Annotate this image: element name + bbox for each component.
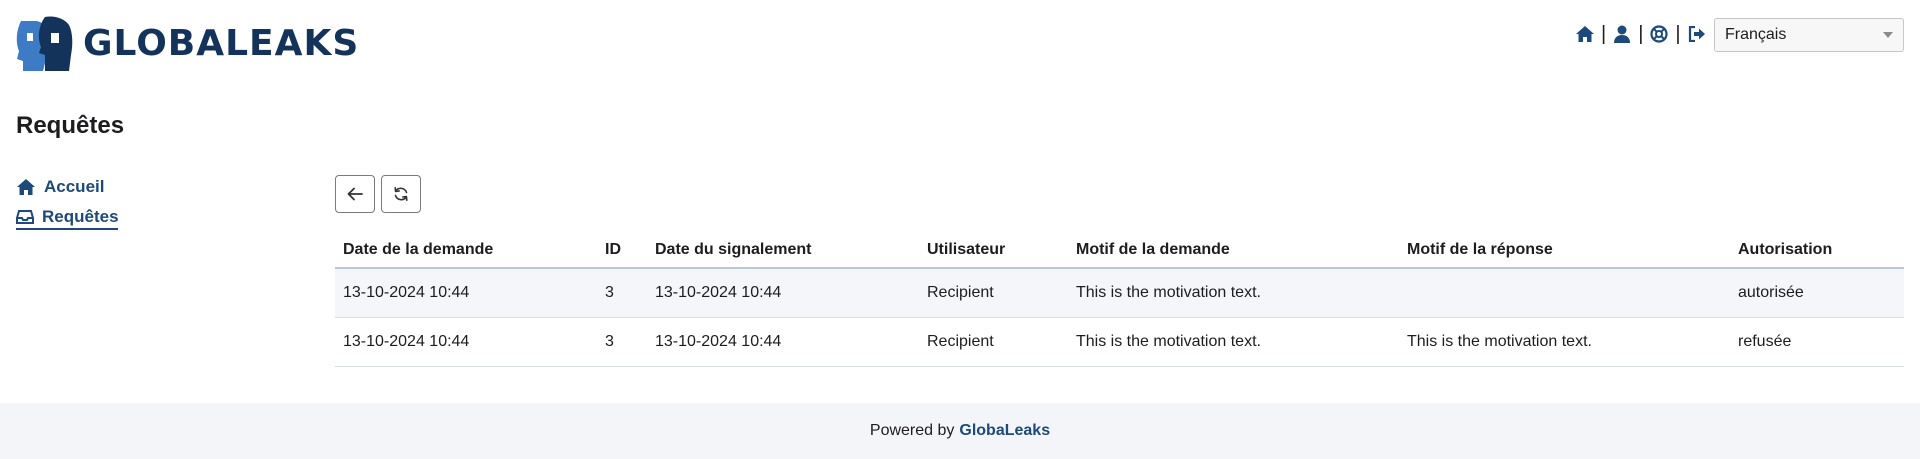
- separator: |: [1638, 23, 1644, 45]
- table-header-row: Date de la demande ID Date du signalemen…: [335, 232, 1904, 269]
- column-header-request-reason[interactable]: Motif de la demande: [1068, 232, 1399, 269]
- cell-request-reason: This is the motivation text.: [1068, 317, 1399, 367]
- sidebar-item-label: Accueil: [44, 177, 105, 196]
- requests-table: Date de la demande ID Date du signalemen…: [335, 232, 1904, 367]
- column-header-id[interactable]: ID: [597, 232, 647, 269]
- cell-report-date: 13-10-2024 10:44: [647, 317, 919, 367]
- column-header-authorization[interactable]: Autorisation: [1730, 232, 1904, 269]
- sidebar: Accueil Requêtes: [16, 176, 119, 240]
- cell-id: 3: [597, 317, 647, 367]
- chevron-down-icon: [1883, 32, 1893, 38]
- footer-brand-link[interactable]: GlobaLeaks: [959, 422, 1050, 440]
- requests-table-container: Date de la demande ID Date du signalemen…: [335, 232, 1904, 367]
- logout-icon[interactable]: [1687, 24, 1707, 44]
- refresh-button[interactable]: [381, 175, 421, 213]
- logo[interactable]: GLOBALEAKS: [15, 15, 359, 73]
- logo-text: GLOBALEAKS: [83, 23, 360, 64]
- cell-report-date: 13-10-2024 10:44: [647, 268, 919, 318]
- cell-user: Recipient: [919, 268, 1068, 318]
- sidebar-item-label: Requêtes: [42, 207, 119, 226]
- table-row[interactable]: 13-10-2024 10:44 3 13-10-2024 10:44 Reci…: [335, 317, 1904, 367]
- support-icon[interactable]: [1649, 24, 1669, 44]
- home-icon: [16, 177, 36, 197]
- separator: |: [1675, 23, 1681, 45]
- inbox-icon: [16, 207, 34, 227]
- language-select[interactable]: Français: [1714, 18, 1904, 52]
- language-select-value: Français: [1725, 26, 1787, 43]
- cell-response-reason: This is the motivation text.: [1399, 317, 1730, 367]
- sidebar-item-requests[interactable]: Requêtes: [16, 207, 119, 230]
- page-title: Requêtes: [16, 112, 125, 139]
- column-header-report-date[interactable]: Date du signalement: [647, 232, 919, 269]
- globaleaks-logo-icon: [16, 16, 73, 71]
- separator: |: [1601, 23, 1607, 45]
- back-button[interactable]: [335, 175, 375, 213]
- footer-text: Powered by: [869, 422, 955, 439]
- cell-authorization: autorisée: [1730, 268, 1904, 318]
- refresh-icon: [394, 187, 408, 201]
- top-nav-icons: | | |: [1575, 22, 1707, 46]
- header: GLOBALEAKS | | | Français: [0, 0, 1920, 90]
- table-row[interactable]: 13-10-2024 10:44 3 13-10-2024 10:44 Reci…: [335, 268, 1904, 318]
- cell-user: Recipient: [919, 317, 1068, 367]
- toolbar: [335, 175, 421, 213]
- footer: Powered by GlobaLeaks: [0, 403, 1920, 459]
- column-header-user[interactable]: Utilisateur: [919, 232, 1068, 269]
- cell-request-date: 13-10-2024 10:44: [335, 268, 597, 318]
- cell-response-reason: [1399, 268, 1730, 318]
- user-icon[interactable]: [1612, 24, 1632, 44]
- home-icon[interactable]: [1575, 24, 1595, 44]
- cell-request-date: 13-10-2024 10:44: [335, 317, 597, 367]
- back-arrow-icon: [347, 187, 363, 201]
- sidebar-item-home[interactable]: Accueil: [16, 176, 118, 198]
- column-header-request-date[interactable]: Date de la demande: [335, 232, 597, 269]
- column-header-response-reason[interactable]: Motif de la réponse: [1399, 232, 1730, 269]
- cell-request-reason: This is the motivation text.: [1068, 268, 1399, 318]
- cell-authorization: refusée: [1730, 317, 1904, 367]
- cell-id: 3: [597, 268, 647, 318]
